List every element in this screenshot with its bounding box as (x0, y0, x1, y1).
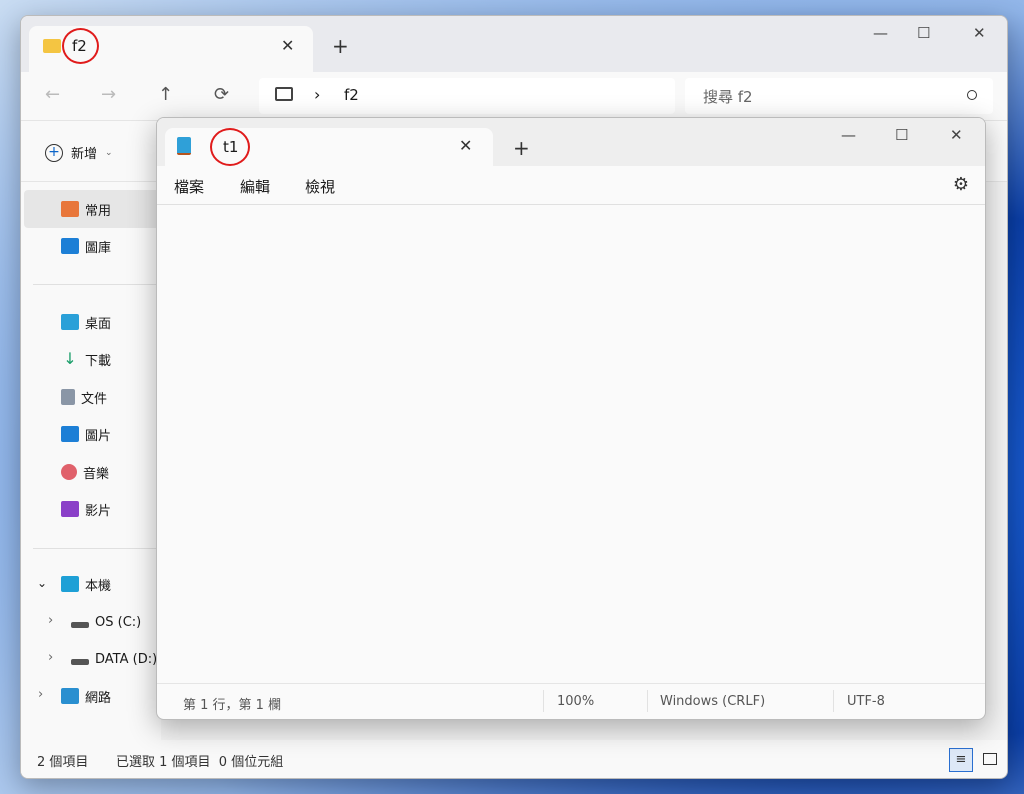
refresh-button[interactable]: ⟳ (214, 84, 229, 105)
label: 文件 (81, 391, 108, 407)
search-box[interactable]: 搜尋 f2 (685, 78, 993, 114)
chevron-right-icon[interactable]: › (48, 613, 53, 628)
minimize-button[interactable]: — (841, 126, 856, 144)
maximize-button[interactable]: ☐ (895, 126, 908, 144)
desktop-icon (61, 314, 79, 330)
label: 常用 (85, 203, 112, 219)
menu-file[interactable]: 檔案 (174, 176, 204, 197)
minimize-button[interactable]: — (873, 24, 888, 42)
close-button[interactable]: ✕ (950, 126, 963, 144)
drive-icon (71, 622, 89, 628)
new-tab-button[interactable]: + (513, 136, 530, 160)
sidebar-item-downloads[interactable]: ↓ 下載 (61, 349, 111, 369)
notepad-icon (177, 137, 191, 155)
navigation-bar: ← → ↑ ⟳ › f2 搜尋 f2 (21, 72, 1007, 120)
sidebar-item-desktop[interactable]: 桌面 (61, 312, 111, 332)
notepad-status-bar: 第 1 行，第 1 欄 100% Windows (CRLF) UTF-8 (157, 683, 985, 719)
label: 圖庫 (85, 240, 112, 256)
new-tab-button[interactable]: + (332, 34, 349, 58)
menu-edit[interactable]: 編輯 (240, 176, 270, 197)
encoding[interactable]: UTF-8 (847, 694, 885, 709)
close-tab-button[interactable]: ✕ (459, 136, 472, 155)
music-icon (61, 464, 77, 480)
network-icon (61, 688, 79, 704)
label: 網路 (85, 690, 112, 706)
settings-icon[interactable]: ⚙ (953, 174, 969, 195)
sidebar-item-videos[interactable]: 影片 (61, 499, 111, 519)
breadcrumb-separator: › (314, 85, 321, 104)
sidebar-item-network[interactable]: 網路 (61, 686, 111, 706)
chevron-right-icon[interactable]: › (48, 650, 53, 665)
chevron-down-icon[interactable]: ⌄ (37, 576, 47, 590)
label: 音樂 (83, 466, 110, 482)
label: 圖片 (85, 428, 112, 444)
label: 本機 (85, 578, 112, 594)
gallery-icon (61, 238, 79, 254)
zoom-level[interactable]: 100% (557, 694, 594, 709)
folder-icon (43, 39, 61, 53)
label: OS (C:) (95, 614, 142, 630)
document-icon (61, 389, 75, 405)
home-icon (61, 201, 79, 217)
drive-icon (71, 659, 89, 665)
up-button[interactable]: ↑ (158, 84, 173, 105)
selection-info: 已選取 1 個項目 0 個位元組 (116, 755, 284, 770)
item-count: 2 個項目 (37, 755, 89, 770)
sidebar-item-pictures[interactable]: 圖片 (61, 424, 111, 444)
label: 下載 (85, 353, 112, 369)
line-ending[interactable]: Windows (CRLF) (660, 694, 765, 709)
new-label: 新增 (71, 147, 98, 162)
computer-icon (275, 87, 293, 101)
pictures-icon (61, 426, 79, 442)
explorer-status-bar: 2 個項目 已選取 1 個項目 0 個位元組 ≡ (21, 740, 1007, 778)
annotation-circle (210, 128, 250, 166)
tiles-view-button[interactable] (983, 753, 997, 765)
notepad-window: t1 ✕ + — ☐ ✕ 檔案 編輯 檢視 ⚙ 第 1 行，第 1 欄 100%… (156, 117, 986, 720)
explorer-titlebar: f2 ✕ + — ☐ ✕ (21, 16, 1007, 72)
back-button[interactable]: ← (45, 84, 60, 105)
details-view-button[interactable]: ≡ (949, 748, 973, 772)
close-tab-button[interactable]: ✕ (281, 36, 294, 55)
label: DATA (D:) (95, 651, 158, 667)
sidebar-item-gallery[interactable]: 圖庫 (61, 236, 111, 256)
sidebar-item-drive-c[interactable]: OS (C:) (71, 612, 141, 632)
label: 桌面 (85, 316, 112, 332)
computer-icon (61, 576, 79, 592)
chevron-down-icon: ⌄ (105, 147, 113, 158)
maximize-button[interactable]: ☐ (917, 24, 930, 42)
annotation-circle (62, 28, 99, 64)
video-icon (61, 501, 79, 517)
sidebar-item-music[interactable]: 音樂 (61, 462, 109, 482)
label: 影片 (85, 503, 112, 519)
menu-view[interactable]: 檢視 (305, 176, 335, 197)
sidebar-item-home[interactable]: 常用 (61, 199, 111, 219)
sidebar-item-drive-d[interactable]: DATA (D:) (71, 649, 157, 669)
address-bar[interactable]: › f2 (259, 78, 675, 114)
notepad-titlebar: t1 ✕ + — ☐ ✕ (157, 118, 985, 166)
chevron-right-icon[interactable]: › (38, 687, 43, 702)
breadcrumb-f2[interactable]: f2 (344, 86, 359, 104)
search-placeholder: 搜尋 f2 (703, 88, 753, 106)
sidebar-item-documents[interactable]: 文件 (61, 387, 107, 407)
cursor-position: 第 1 行，第 1 欄 (183, 698, 282, 713)
search-icon (967, 90, 977, 100)
text-editor[interactable] (157, 205, 985, 683)
close-button[interactable]: ✕ (973, 24, 986, 42)
plus-circle-icon: + (45, 143, 63, 162)
forward-button[interactable]: → (101, 84, 116, 105)
download-icon: ↓ (63, 349, 77, 368)
new-button[interactable]: + 新增 ⌄ (45, 143, 113, 162)
sidebar-item-this-pc[interactable]: 本機 (61, 574, 111, 594)
